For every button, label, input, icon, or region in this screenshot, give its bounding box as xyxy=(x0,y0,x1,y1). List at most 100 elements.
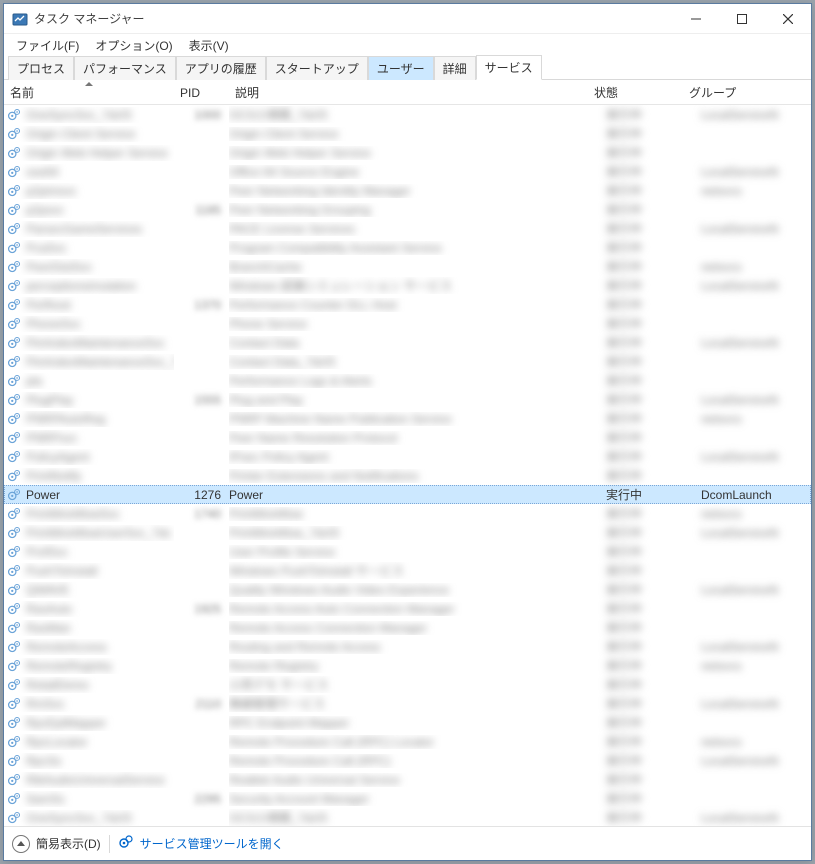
table-row[interactable]: PhoneSvcPhone Service実行中 xyxy=(4,314,811,333)
titlebar: タスク マネージャー xyxy=(4,4,811,34)
table-row[interactable]: PimIndexMaintenanceSvc_7Contact Data_7dc… xyxy=(4,352,811,371)
tab-0[interactable]: プロセス xyxy=(8,56,74,80)
menubar: ファイル(F) オプション(O) 表示(V) xyxy=(4,34,811,56)
menu-options[interactable]: オプション(O) xyxy=(87,35,180,56)
table-row[interactable]: PNRPAutoRegPNRP Machine Name Publication… xyxy=(4,409,811,428)
menu-file[interactable]: ファイル(F) xyxy=(8,35,87,56)
table-row[interactable]: PolicyAgentIPsec Policy Agent実行中LocalSer… xyxy=(4,447,811,466)
minimize-button[interactable] xyxy=(673,4,719,34)
service-gear-icon xyxy=(6,126,22,142)
column-header-group[interactable]: グループ xyxy=(683,81,793,104)
service-gear-icon xyxy=(6,753,22,769)
column-header-desc[interactable]: 説明 xyxy=(229,81,588,104)
tab-2[interactable]: アプリの履歴 xyxy=(176,56,266,80)
table-row[interactable]: PrintWorkflowSvc1740PrintWorkflow実行中nets… xyxy=(4,504,811,523)
table-row[interactable]: RpcLocatorRemote Procedure Call (RPC) Lo… xyxy=(4,732,811,751)
service-gear-icon xyxy=(6,278,22,294)
table-row[interactable]: RasAuto1925Remote Access Auto Connection… xyxy=(4,599,811,618)
table-row[interactable]: QWAVEQuality Windows Audio Video Experie… xyxy=(4,580,811,599)
table-row[interactable]: plaPerformance Logs & Alerts実行中 xyxy=(4,371,811,390)
column-header-pid[interactable]: PID xyxy=(174,81,229,104)
close-button[interactable] xyxy=(765,4,811,34)
tab-6[interactable]: サービス xyxy=(476,55,542,80)
table-row[interactable]: p2pimsvcPeer Networking Identity Manager… xyxy=(4,181,811,200)
open-services-link[interactable]: サービス管理ツールを開く xyxy=(118,834,284,853)
window-title: タスク マネージャー xyxy=(34,10,145,27)
table-row[interactable]: RpcEptMapperRPC Endpoint Mapper実行中 xyxy=(4,713,811,732)
column-header-group-label: グループ xyxy=(689,84,736,101)
table-row[interactable]: PrintWorkflowUserSvc_7dcPrintWorkflow_7d… xyxy=(4,523,811,542)
service-gear-icon xyxy=(6,335,22,351)
divider xyxy=(109,835,110,853)
service-gear-icon xyxy=(6,316,22,332)
table-row[interactable]: OneSyncSvc_7dcf31000OCS小規模_7dcf3実行中Local… xyxy=(4,105,811,124)
table-row[interactable]: ose64Office 64 Source Engine実行中LocalServ… xyxy=(4,162,811,181)
service-gear-icon xyxy=(6,696,22,712)
table-row[interactable]: PlugPlay1555Plug and Play実行中LocalService… xyxy=(4,390,811,409)
table-row[interactable]: PeerDistSvcBranchCache実行中netsvcs xyxy=(4,257,811,276)
service-gear-icon xyxy=(6,107,22,123)
service-gear-icon xyxy=(6,259,22,275)
table-row[interactable]: Perfhost1370Performance Counter DLL Host… xyxy=(4,295,811,314)
tabstrip: プロセスパフォーマンスアプリの履歴スタートアップユーザー詳細サービス xyxy=(4,56,811,80)
cell-name: Power xyxy=(26,488,60,502)
table-row[interactable]: RemoteAccessRouting and Remote Access実行中… xyxy=(4,637,811,656)
tab-4[interactable]: ユーザー xyxy=(368,56,434,80)
cell-group: DcomLaunch xyxy=(701,488,811,502)
service-gear-icon xyxy=(6,392,22,408)
service-gear-icon xyxy=(6,297,22,313)
fewer-details-label: 簡易表示(D) xyxy=(36,835,101,852)
table-row[interactable]: OneSyncSvc_7dcf3OCS小規模_7dcf3実行中LocalServ… xyxy=(4,808,811,826)
service-gear-icon xyxy=(6,544,22,560)
service-gear-icon xyxy=(6,145,22,161)
menu-view[interactable]: 表示(V) xyxy=(181,35,237,56)
service-gear-icon xyxy=(6,582,22,598)
table-row[interactable]: RemoteRegistryRemote Registry実行中netsvcs xyxy=(4,656,811,675)
table-row[interactable]: ProfSvcUser Profile Service実行中 xyxy=(4,542,811,561)
table-row[interactable]: RasManRemote Access Connection Manager実行… xyxy=(4,618,811,637)
service-gear-icon xyxy=(6,411,22,427)
services-content: 名前 PID 説明 状態 グループ OneSyncSvc_7dcf31000OC… xyxy=(4,80,811,826)
fewer-details-button[interactable]: 簡易表示(D) xyxy=(12,835,101,853)
table-row[interactable]: RpcSsRemote Procedure Call (RPC)実行中Local… xyxy=(4,751,811,770)
chevron-up-circle-icon xyxy=(12,835,30,853)
table-row[interactable]: PNRPsvcPeer Name Resolution Protocol実行中 xyxy=(4,428,811,447)
service-list[interactable]: OneSyncSvc_7dcf31000OCS小規模_7dcf3実行中Local… xyxy=(4,105,811,826)
tab-1[interactable]: パフォーマンス xyxy=(74,56,176,80)
table-row[interactable]: SamSs2295Security Account Manager実行中 xyxy=(4,789,811,808)
service-gear-icon xyxy=(6,601,22,617)
table-row[interactable]: PushToInstallWindows PushToInstall サービス実… xyxy=(4,561,811,580)
table-row[interactable]: RetailDemo小売デモ サービス実行中 xyxy=(4,675,811,694)
table-row[interactable]: PcaSvcProgram Compatibility Assistant Se… xyxy=(4,238,811,257)
service-gear-icon xyxy=(6,525,22,541)
service-gear-icon xyxy=(6,620,22,636)
column-header-name[interactable]: 名前 xyxy=(4,81,174,104)
service-gear-icon xyxy=(6,715,22,731)
service-gear-icon xyxy=(6,810,22,826)
table-row[interactable]: Origin Client ServiceOrigin Client Servi… xyxy=(4,124,811,143)
column-headers: 名前 PID 説明 状態 グループ xyxy=(4,81,811,105)
column-header-desc-label: 説明 xyxy=(235,84,259,101)
table-row[interactable]: perceptionsimulationWindows 認識シミュレーション サ… xyxy=(4,276,811,295)
table-row[interactable]: RmSvc2110無線管理サービス実行中LocalServiceN xyxy=(4,694,811,713)
tab-3[interactable]: スタートアップ xyxy=(266,56,368,80)
service-gear-icon xyxy=(6,791,22,807)
table-row-selected[interactable]: Power1276Power実行中DcomLaunch xyxy=(4,485,811,504)
table-row[interactable]: Origin Web Helper ServiceOrigin Web Help… xyxy=(4,143,811,162)
service-gear-icon xyxy=(6,354,22,370)
tab-5[interactable]: 詳細 xyxy=(434,56,476,80)
service-gear-icon xyxy=(6,677,22,693)
sort-ascending-icon xyxy=(85,82,93,86)
service-gear-icon xyxy=(6,468,22,484)
table-row[interactable]: ParsecGameServicesPACE License Services実… xyxy=(4,219,811,238)
service-gear-icon xyxy=(6,563,22,579)
table-row[interactable]: PimIndexMaintenanceSvcContact Data実行中Loc… xyxy=(4,333,811,352)
task-manager-window: タスク マネージャー ファイル(F) オプション(O) 表示(V) プロセスパフ… xyxy=(3,3,812,861)
maximize-button[interactable] xyxy=(719,4,765,34)
cell-desc: Power xyxy=(229,488,606,502)
table-row[interactable]: RtkAudioUniversalServiceRealtek Audio Un… xyxy=(4,770,811,789)
column-header-status[interactable]: 状態 xyxy=(588,81,683,104)
table-row[interactable]: p2psvc1185Peer Networking Grouping実行中 xyxy=(4,200,811,219)
table-row[interactable]: PrintNotifyPrinter Extensions and Notifi… xyxy=(4,466,811,485)
services-gear-icon xyxy=(118,834,134,853)
